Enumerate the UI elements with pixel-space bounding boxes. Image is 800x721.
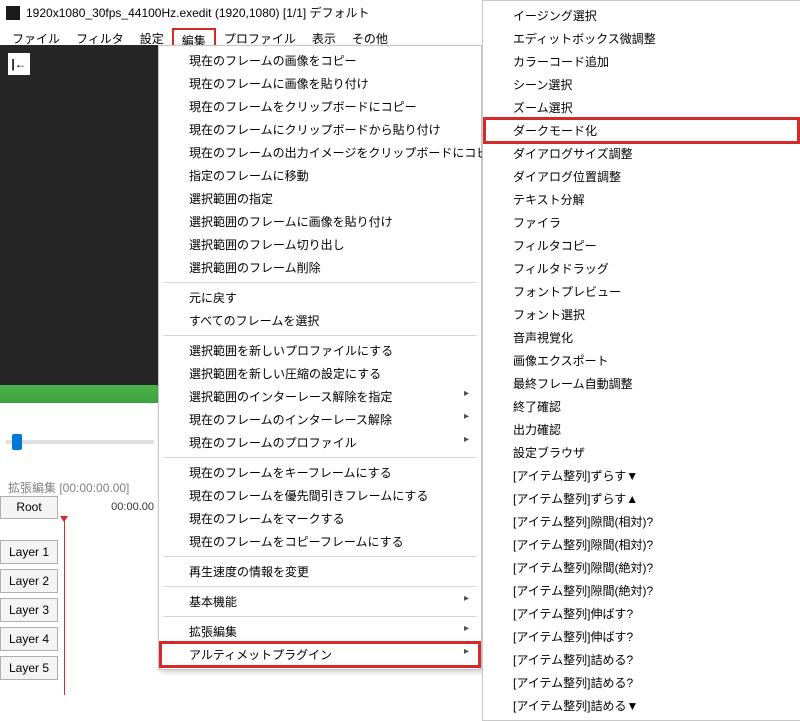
menu-item[interactable]: [アイテム整列]隙間(相対)? xyxy=(485,533,798,556)
menu-separator xyxy=(163,282,477,283)
menu-item[interactable]: 現在のフレームの出力イメージをクリップボードにコピー xyxy=(161,141,479,164)
menu-item[interactable]: アルティメットプラグイン xyxy=(161,643,479,666)
app-icon xyxy=(6,6,20,20)
menu-separator xyxy=(163,616,477,617)
menu-item[interactable]: ダークモード化 xyxy=(485,119,798,142)
rewind-icon[interactable]: |← xyxy=(8,53,30,75)
menu-item[interactable]: 終了確認 xyxy=(485,395,798,418)
menu-item[interactable]: [アイテム整列]伸ばす? xyxy=(485,625,798,648)
menu-item[interactable]: フィルタドラッグ xyxy=(485,257,798,280)
root-button[interactable]: Root xyxy=(0,496,58,519)
menu-item[interactable]: [アイテム整列]詰める? xyxy=(485,671,798,694)
menu-separator xyxy=(163,586,477,587)
menu-item[interactable]: カラーコード追加 xyxy=(485,50,798,73)
layer-button[interactable]: Layer 2 xyxy=(0,569,58,593)
seek-slider[interactable] xyxy=(0,430,160,446)
menu-item[interactable]: 現在のフレームをキーフレームにする xyxy=(161,461,479,484)
menu-item[interactable]: テキスト分解 xyxy=(485,188,798,211)
menu-item[interactable]: 現在のフレームをクリップボードにコピー xyxy=(161,95,479,118)
menu-item[interactable]: ファイラ xyxy=(485,211,798,234)
menu-item[interactable]: [アイテム整列]ずらす▲ xyxy=(485,487,798,510)
menu-item[interactable]: 現在のフレームをコピーフレームにする xyxy=(161,530,479,553)
root-row: Root 00:00.00 xyxy=(0,496,160,519)
menu-item[interactable]: 選択範囲のインターレース解除を指定 xyxy=(161,385,479,408)
menu-item[interactable]: 現在のフレームをマークする xyxy=(161,507,479,530)
menu-item[interactable]: ダイアログ位置調整 xyxy=(485,165,798,188)
edit-dropdown: 現在のフレームの画像をコピー現在のフレームに画像を貼り付け現在のフレームをクリッ… xyxy=(158,45,482,670)
menu-separator xyxy=(163,457,477,458)
seek-thumb[interactable] xyxy=(12,434,22,450)
menu-item[interactable]: [アイテム整列]ずらす▼ xyxy=(485,464,798,487)
menu-separator xyxy=(163,556,477,557)
window-title: 1920x1080_30fps_44100Hz.exedit (1920,108… xyxy=(26,4,370,21)
layer-button[interactable]: Layer 1 xyxy=(0,540,58,564)
menu-item[interactable]: [アイテム整列]隙間(相対)? xyxy=(485,510,798,533)
root-time: 00:00.00 xyxy=(58,496,160,519)
menu-item[interactable]: 出力確認 xyxy=(485,418,798,441)
menu-item[interactable]: [アイテム整列]伸ばす? xyxy=(485,602,798,625)
menu-separator xyxy=(163,335,477,336)
menu-item[interactable]: シーン選択 xyxy=(485,73,798,96)
menu-item[interactable]: 音声視覚化 xyxy=(485,326,798,349)
menu-item[interactable]: 拡張編集 xyxy=(161,620,479,643)
menu-item[interactable]: フォント選択 xyxy=(485,303,798,326)
menu-item[interactable]: 指定のフレームに移動 xyxy=(161,164,479,187)
menu-item[interactable]: すべてのフレームを選択 xyxy=(161,309,479,332)
menu-item[interactable]: 現在のフレームのプロファイル xyxy=(161,431,479,454)
menu-item[interactable]: 現在のフレームにクリップボードから貼り付け xyxy=(161,118,479,141)
menu-item[interactable]: フォントプレビュー xyxy=(485,280,798,303)
layer-button[interactable]: Layer 3 xyxy=(0,598,58,622)
layers-panel: Layer 1 Layer 2 Layer 3 Layer 4 Layer 5 xyxy=(0,540,60,685)
menu-item[interactable]: 画像エクスポート xyxy=(485,349,798,372)
menu-item[interactable]: 選択範囲を新しい圧縮の設定にする xyxy=(161,362,479,385)
menu-item[interactable]: 基本機能 xyxy=(161,590,479,613)
menu-item[interactable]: [アイテム整列]詰める? xyxy=(485,648,798,671)
layer-button[interactable]: Layer 4 xyxy=(0,627,58,651)
menu-item[interactable]: 現在のフレームを優先間引きフレームにする xyxy=(161,484,479,507)
menu-item[interactable]: 選択範囲のフレーム削除 xyxy=(161,256,479,279)
plugin-submenu: イージング選択エディットボックス微調整カラーコード追加シーン選択ズーム選択ダーク… xyxy=(482,0,800,721)
menu-item[interactable]: [アイテム整列]隙間(絶対)? xyxy=(485,556,798,579)
menu-item[interactable]: イージング選択 xyxy=(485,4,798,27)
menu-item[interactable]: 最終フレーム自動調整 xyxy=(485,372,798,395)
layer-button[interactable]: Layer 5 xyxy=(0,656,58,680)
menu-item[interactable]: [アイテム整列]隙間(絶対)? xyxy=(485,579,798,602)
menu-item[interactable]: 選択範囲の指定 xyxy=(161,187,479,210)
playhead-marker[interactable] xyxy=(64,520,65,695)
menu-item[interactable]: 現在のフレームのインターレース解除 xyxy=(161,408,479,431)
menu-item[interactable]: ダイアログサイズ調整 xyxy=(485,142,798,165)
menu-item[interactable]: 選択範囲のフレームに画像を貼り付け xyxy=(161,210,479,233)
menu-item[interactable]: [アイテム整列]詰める▼ xyxy=(485,694,798,717)
menu-item[interactable]: 元に戻す xyxy=(161,286,479,309)
menu-item[interactable]: 再生速度の情報を変更 xyxy=(161,560,479,583)
menu-item[interactable]: 現在のフレームの画像をコピー xyxy=(161,49,479,72)
menu-item[interactable]: フィルタコピー xyxy=(485,234,798,257)
menu-item[interactable]: 選択範囲を新しいプロファイルにする xyxy=(161,339,479,362)
preview-area: |← xyxy=(0,45,160,385)
menu-item[interactable]: 設定ブラウザ xyxy=(485,441,798,464)
audio-bar xyxy=(0,385,160,403)
menu-item[interactable]: 現在のフレームに画像を貼り付け xyxy=(161,72,479,95)
menu-item[interactable]: エディットボックス微調整 xyxy=(485,27,798,50)
menu-item[interactable]: 選択範囲のフレーム切り出し xyxy=(161,233,479,256)
menu-item[interactable]: ズーム選択 xyxy=(485,96,798,119)
